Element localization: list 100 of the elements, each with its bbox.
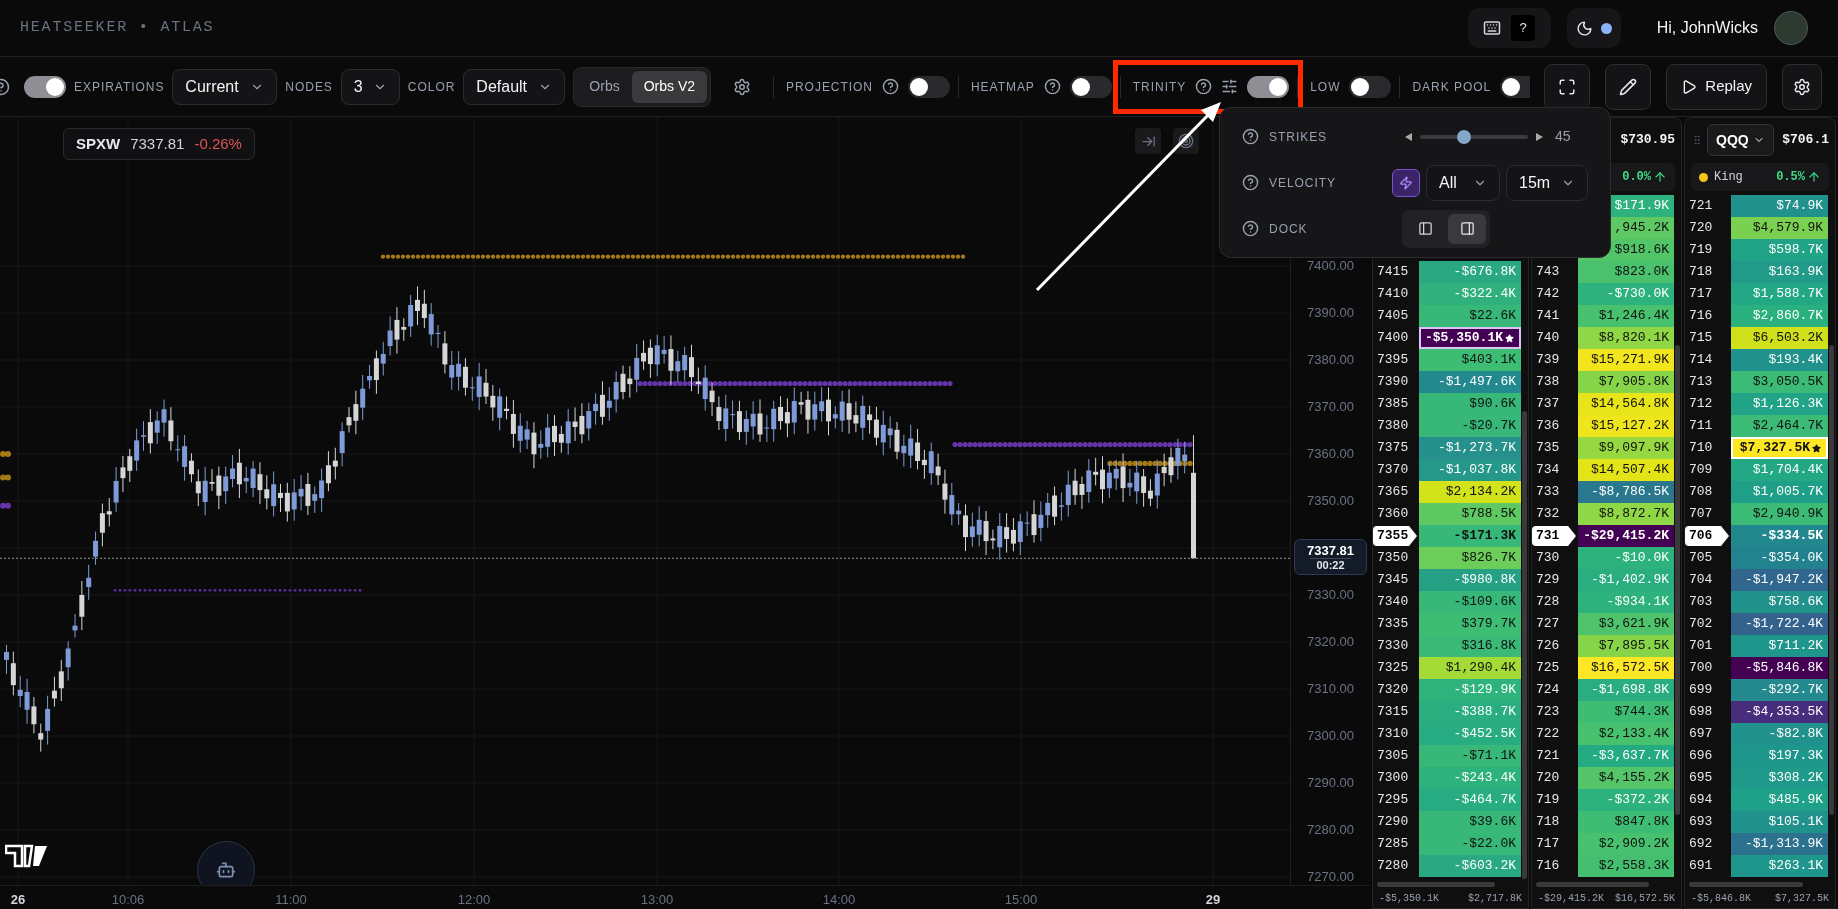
- theme-button[interactable]: [1566, 8, 1621, 48]
- time-axis-label: 15:00: [1004, 891, 1038, 909]
- strike-label: 741: [1535, 307, 1560, 326]
- panel-left-icon: [1417, 221, 1433, 236]
- toggle-switch[interactable]: [908, 75, 950, 98]
- heat-cell: $4,579.9K: [1731, 217, 1828, 239]
- keyboard-icon: [1483, 19, 1502, 37]
- strikes-slider[interactable]: [1420, 129, 1528, 144]
- price-axis-label: 7380.00: [1307, 352, 1354, 368]
- toggle-switch[interactable]: [1247, 75, 1290, 98]
- window-select[interactable]: 15m: [1506, 164, 1588, 201]
- heat-cell: $14,507.4K: [1578, 459, 1674, 481]
- strike-label: 7380: [1376, 417, 1409, 436]
- strike-label: 698: [1688, 703, 1713, 722]
- strike-label: 702: [1688, 615, 1713, 634]
- heat-cell: -$292.7K: [1731, 679, 1828, 701]
- heat-cell: $788.5K: [1419, 503, 1521, 525]
- heat-cell: -$1,402.9K: [1578, 569, 1674, 591]
- heat-cell: $6,503.2K: [1731, 327, 1828, 349]
- left-triangle-icon[interactable]: [1405, 132, 1412, 141]
- bot-button[interactable]: [197, 841, 255, 885]
- color-select[interactable]: Default: [463, 68, 566, 105]
- strike-label: 692: [1688, 835, 1713, 854]
- heat-cell: -$322.4K: [1419, 283, 1521, 305]
- current-strike-tag: 7355: [1373, 526, 1417, 546]
- time-axis-label: 10:06: [111, 891, 145, 909]
- price-axis-label: 7350.00: [1307, 493, 1354, 509]
- heat-cell: -$372.2K: [1578, 789, 1674, 811]
- shortcuts-button[interactable]: ?: [1467, 8, 1551, 48]
- ticker-select[interactable]: QQQ: [1707, 124, 1774, 156]
- strike-label: 7340: [1376, 593, 1409, 612]
- draw-button[interactable]: [1605, 63, 1652, 110]
- price-axis-label: 7280.00: [1307, 822, 1354, 838]
- settings-button[interactable]: [1782, 63, 1822, 110]
- time-axis-label: 12:00: [457, 891, 491, 909]
- help-icon[interactable]: [1242, 128, 1259, 145]
- slider-thumb[interactable]: [1457, 129, 1472, 144]
- right-triangle-icon[interactable]: [1536, 132, 1543, 141]
- replay-button[interactable]: Replay: [1666, 63, 1767, 110]
- change-text: -0.26%: [194, 133, 242, 154]
- heat-cell: -$388.7K: [1419, 701, 1521, 723]
- price-axis-label: 7310.00: [1307, 681, 1354, 697]
- heat-cell: $15,271.9K: [1578, 349, 1674, 371]
- toggle-switch[interactable]: [1069, 75, 1112, 98]
- heat-cell: $2,909.2K: [1578, 833, 1674, 855]
- help-icon[interactable]: [1242, 174, 1259, 191]
- heat-cell: $823.0K: [1578, 261, 1674, 283]
- heat-cell: -$8,786.5K: [1578, 481, 1674, 503]
- strike-label: 712: [1688, 395, 1713, 414]
- strike-label: 696: [1688, 747, 1713, 766]
- strikes-label: STRIKES: [1269, 128, 1328, 146]
- help-icon[interactable]: [1043, 78, 1061, 95]
- help-key: ?: [1511, 15, 1536, 41]
- heat-cell: -$1,273.7K: [1419, 437, 1521, 459]
- heat-cell: $308.2K: [1731, 767, 1828, 789]
- strike-label: 716: [1535, 857, 1560, 876]
- heat-cell: $598.7K: [1731, 239, 1828, 261]
- color-label: COLOR: [407, 78, 456, 96]
- heat-cell: $1,246.4K: [1578, 305, 1674, 327]
- mode-tab[interactable]: Orbs V2: [631, 70, 708, 103]
- settings-icon[interactable]: [733, 77, 752, 96]
- strike-label: 705: [1688, 549, 1713, 568]
- strike-label: 7375: [1376, 439, 1409, 458]
- price-axis-label: 7290.00: [1307, 775, 1354, 791]
- heat-cell: $1,704.4K: [1731, 459, 1828, 481]
- strike-label: 691: [1688, 857, 1713, 876]
- strike-label: 738: [1535, 373, 1560, 392]
- heat-cell: -$1,313.9K: [1731, 833, 1828, 855]
- help-icon[interactable]: [882, 78, 899, 95]
- help-icon[interactable]: [1242, 220, 1259, 237]
- dock-option[interactable]: [1448, 213, 1486, 244]
- expirations-select[interactable]: Current: [172, 68, 278, 105]
- scroll-to-end-button[interactable]: [1135, 128, 1161, 154]
- heat-cell: -$980.8K: [1419, 569, 1521, 591]
- target-icon: [1178, 133, 1194, 149]
- drag-handle-icon[interactable]: [1691, 134, 1703, 146]
- heat-cell: -$129.9K: [1419, 679, 1521, 701]
- toggle-switch[interactable]: [24, 75, 66, 98]
- heat-cell: $7,905.8K: [1578, 371, 1674, 393]
- strike-label: 7385: [1376, 395, 1409, 414]
- heat-cell: -$5,846.8K: [1731, 657, 1828, 679]
- fullscreen-button[interactable]: [1544, 63, 1591, 110]
- mode-tab[interactable]: Orbs: [577, 70, 632, 103]
- app-title: HEATSEEKER • ATLAS: [20, 17, 215, 38]
- heat-cell: -$464.7K: [1419, 789, 1521, 811]
- strike-label: 7350: [1376, 549, 1409, 568]
- strike-label: 729: [1535, 571, 1560, 590]
- boost-button[interactable]: [1392, 168, 1420, 197]
- nodes-select[interactable]: 3: [340, 68, 400, 105]
- filter-select[interactable]: All: [1426, 164, 1500, 201]
- strike-label: 701: [1688, 637, 1713, 656]
- help-icon[interactable]: [1195, 78, 1213, 95]
- change-text: 0.0%: [1622, 169, 1651, 186]
- strike-label: 716: [1688, 307, 1713, 326]
- toggle-switch[interactable]: [1349, 75, 1392, 98]
- play-icon: [1681, 78, 1698, 95]
- sliders-icon[interactable]: [1221, 78, 1239, 95]
- toggle-switch[interactable]: [1500, 75, 1531, 98]
- heat-cell: $379.7K: [1419, 613, 1521, 635]
- countdown-text: 00:22: [1310, 557, 1351, 572]
